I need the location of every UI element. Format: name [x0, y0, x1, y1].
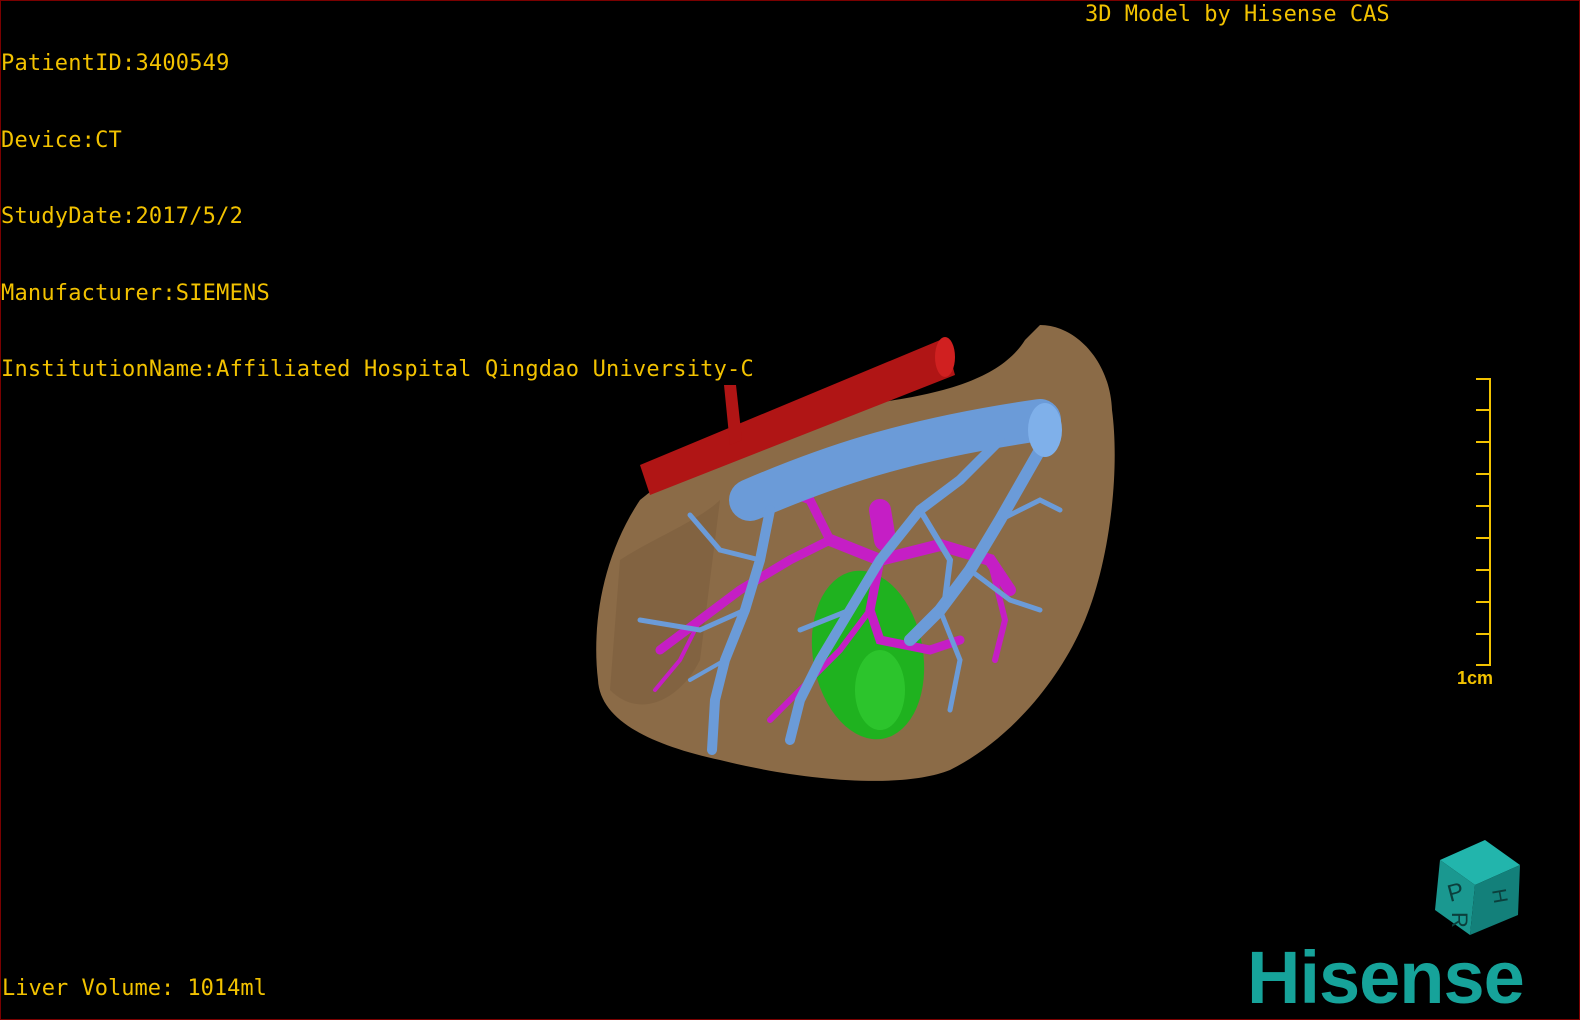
cube-face-r: R — [1447, 912, 1472, 928]
study-date-text: StudyDate:2017/5/2 — [1, 204, 244, 229]
manufacturer-text: Manufacturer:SIEMENS — [1, 280, 270, 306]
hisense-logo: Hisense — [1247, 936, 1525, 1019]
orientation-cube-icon[interactable]: P H R — [1430, 840, 1530, 940]
model-credit-text: 3D Model by Hisense CAS — [1085, 2, 1390, 27]
liver-volume-text: Liver Volume: 1014ml — [2, 976, 267, 1001]
dicom-info-overlay: PatientID:3400549 Device:CT StudyDate:20… — [1, 0, 754, 408]
scale-bar — [1476, 378, 1491, 666]
ivc-end — [935, 337, 955, 377]
device-text: Device:CT — [1, 127, 123, 153]
institution-text: InstitutionName:Affiliated Hospital Qing… — [1, 357, 754, 382]
gallbladder-highlight — [855, 650, 905, 730]
patient-id-text: PatientID:3400549 — [1, 51, 230, 76]
scale-bar-label: 1cm — [1457, 668, 1494, 688]
portal-vein-end — [1028, 403, 1062, 457]
